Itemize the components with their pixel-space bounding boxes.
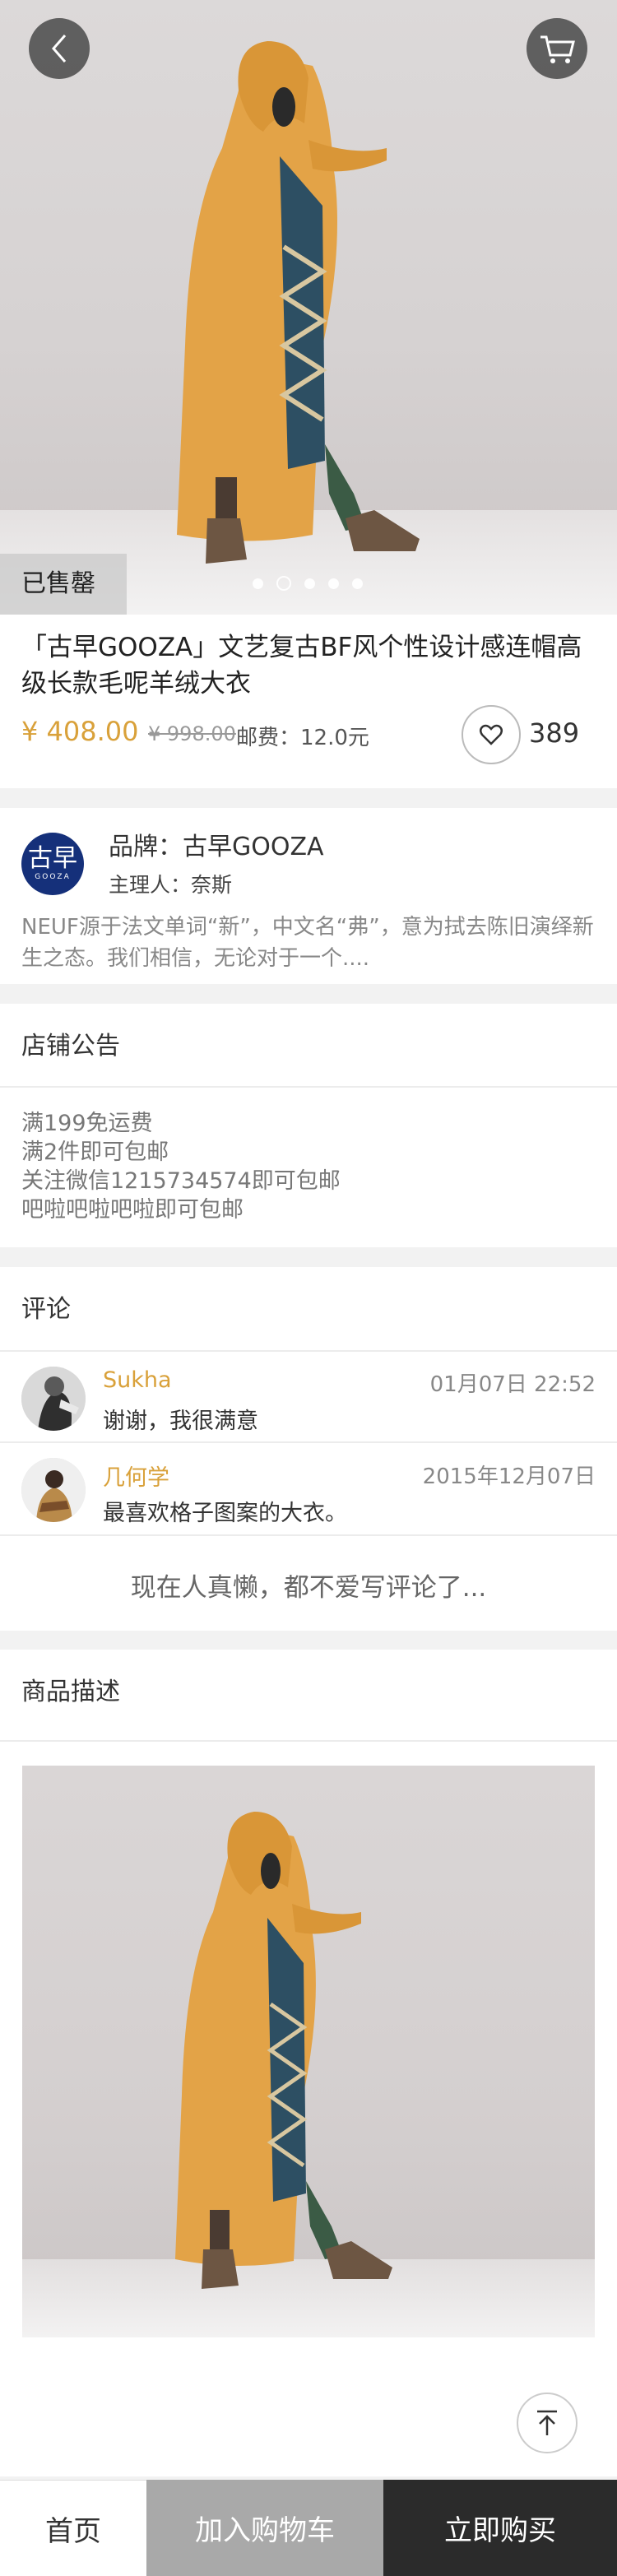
cart-button[interactable] [527, 18, 587, 79]
carousel-dot[interactable] [304, 578, 315, 589]
product-info-section: 「古早GOOZA」文艺复古BF风个性设计感连帽高级长款毛呢羊绒大衣 [0, 615, 617, 788]
brand-section[interactable]: 古早 GOOZA 品牌：古早GOOZA 主理人：奈斯 NEUF源于法文单词“新”… [0, 808, 617, 984]
product-photo [177, 41, 420, 564]
favorite-button[interactable] [462, 705, 521, 764]
brand-description: NEUF源于法文单词“新”，中文名“弗”，意为拭去陈旧演绎新生之态。我们相信，无… [21, 915, 594, 971]
carousel-dot[interactable] [328, 578, 339, 589]
comment-user[interactable]: 几何学 [103, 1460, 169, 1492]
notice-line: 关注微信1215734574即可包邮 [21, 1168, 341, 1194]
comment-text: 最喜欢格子图案的大衣。 [103, 1501, 347, 1526]
product-title: 「古早GOOZA」文艺复古BF风个性设计感连帽高级长款毛呢羊绒大衣 [21, 633, 582, 699]
notice-title: 店铺公告 [21, 1032, 120, 1061]
divider [0, 1534, 617, 1536]
comment-text: 谢谢，我很满意 [103, 1409, 258, 1434]
notice-line: 吧啦吧啦吧啦即可包邮 [21, 1197, 244, 1223]
description-image [22, 1766, 595, 2337]
buy-now-button[interactable]: 立即购买 [383, 2480, 617, 2576]
avatar[interactable] [21, 1458, 86, 1522]
divider [0, 1740, 617, 1742]
shipping-fee: 邮费：12.0元 [236, 726, 369, 750]
comment-time: 2015年12月07日 [422, 1464, 596, 1489]
product-price: ¥ 408.00 [21, 716, 139, 747]
description-title: 商品描述 [21, 1678, 120, 1706]
notice-lines: 满199免运费 满2件即可包邮 关注微信1215734574即可包邮 吧啦吧啦吧… [21, 1109, 341, 1224]
divider [0, 1350, 617, 1352]
description-photo [175, 1812, 392, 2289]
divider [0, 1441, 617, 1443]
carousel-dot[interactable] [352, 578, 363, 589]
home-button[interactable]: 首页 [0, 2480, 146, 2576]
brand-logo-en: GOOZA [35, 873, 71, 881]
avatar-image [21, 1367, 86, 1431]
brand-name: 品牌：古早GOOZA [109, 833, 324, 861]
notice-line: 满199免运费 [21, 1111, 153, 1136]
carousel-dot[interactable] [253, 578, 263, 589]
store-notice-section: 店铺公告 满199免运费 满2件即可包邮 关注微信1215734574即可包邮 … [0, 1004, 617, 1247]
original-price: ¥ 998.00 [148, 722, 236, 745]
favorite-count: 389 [529, 717, 580, 749]
comments-title: 评论 [21, 1295, 71, 1324]
back-to-top-button[interactable] [517, 2393, 578, 2453]
brand-owner: 主理人：奈斯 [109, 873, 233, 897]
brand-logo-cn: 古早 [28, 844, 77, 873]
carousel-dot-active[interactable] [276, 576, 291, 591]
bottom-action-bar: 首页 加入购物车 立即购买 [0, 2480, 617, 2576]
avatar[interactable] [21, 1367, 86, 1431]
carousel-indicator [253, 576, 363, 591]
comments-section: 评论 Sukha 01月07日 22:52 谢谢，我很满意 几何学 2015年1… [0, 1267, 617, 1631]
comment-user[interactable]: Sukha [103, 1367, 172, 1393]
description-section: 商品描述 [0, 1650, 617, 2476]
avatar-image [21, 1458, 86, 1522]
notice-line: 满2件即可包邮 [21, 1139, 169, 1165]
product-image-carousel[interactable]: 已售罄 [0, 0, 617, 615]
back-button[interactable] [29, 18, 90, 79]
back-icon [52, 35, 67, 63]
more-comments-text[interactable]: 现在人真懒，都不爱写评论了... [0, 1566, 617, 1604]
brand-logo: 古早 GOOZA [21, 833, 84, 895]
divider [0, 1086, 617, 1088]
back-to-top-icon [537, 2410, 557, 2435]
heart-icon [480, 724, 503, 745]
cart-icon [540, 35, 575, 63]
add-to-cart-button[interactable]: 加入购物车 [146, 2480, 383, 2576]
comment-time: 01月07日 22:52 [429, 1372, 596, 1397]
sold-out-badge: 已售罄 [0, 554, 127, 615]
